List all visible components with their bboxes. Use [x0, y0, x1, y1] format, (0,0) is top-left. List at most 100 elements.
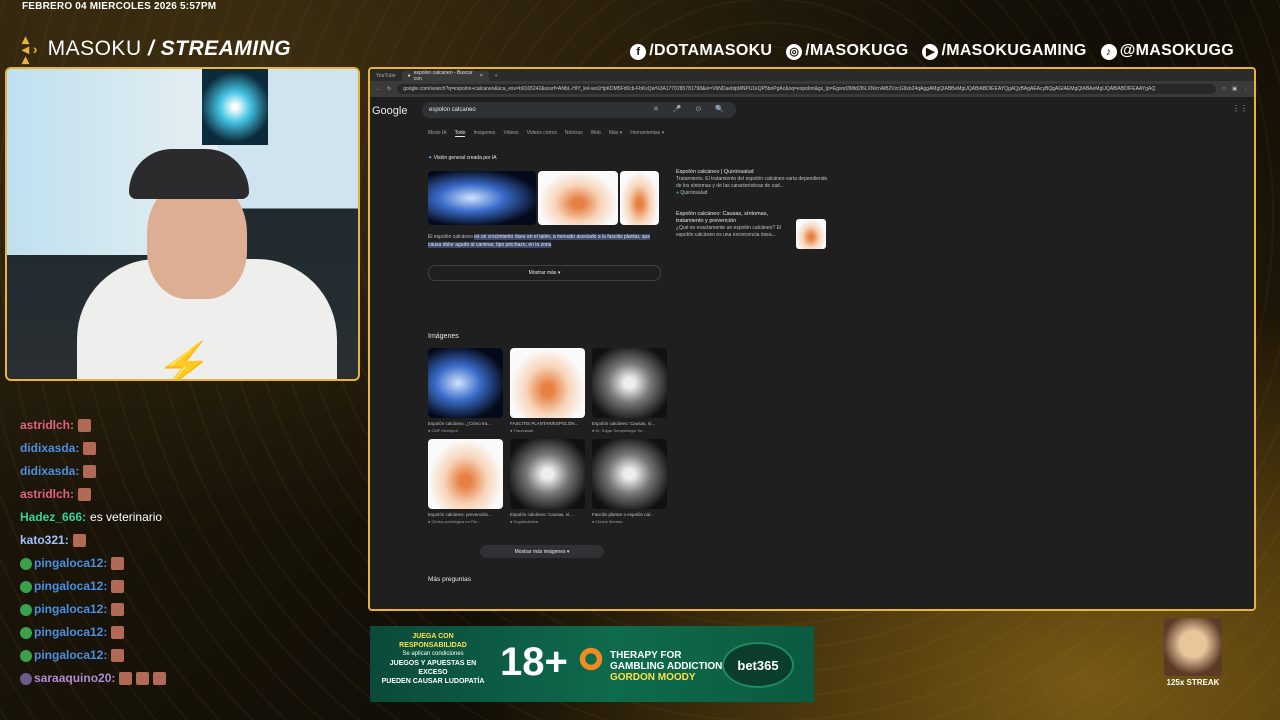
channel-brand: ▴ ◂ › ▴ MASOKU / STREAMING: [22, 32, 291, 66]
image-caption[interactable]: Espolón calcáneo: Causas, sí...: [592, 421, 667, 426]
search-tab[interactable]: Más ▾: [609, 130, 622, 137]
streak-emote-icon: [1164, 618, 1222, 676]
source-title[interactable]: Espolón calcáneo | Quirónsalud: [676, 169, 830, 176]
image-source: ● Ergodinámica: [510, 519, 585, 524]
social-handle: /MASOKUGG: [805, 42, 909, 59]
source-title[interactable]: Espolón calcáneo: Causas, síntomas, trat…: [676, 211, 786, 225]
image-source-name: Ergodinámica: [513, 519, 539, 524]
image-caption[interactable]: Espolón calcáneo: prevención...: [428, 512, 503, 517]
image-result[interactable]: Espolón calcáneo: ¿Cómo tra... ● CMF Mon…: [428, 348, 503, 433]
menu-icon[interactable]: ⋮: [1243, 86, 1248, 92]
source-card[interactable]: Espolón calcáneo: Causas, síntomas, trat…: [676, 211, 786, 239]
ai-overview-images: [428, 171, 659, 225]
gordon-moody-logo-icon: [578, 646, 604, 672]
search-tab[interactable]: Todo: [454, 130, 466, 137]
image-source: ● Traumasalt: [510, 428, 585, 433]
site-favicon-icon: ●: [510, 519, 513, 524]
chat-username[interactable]: didixasda:: [20, 460, 79, 483]
webcam-feed: ⚡: [5, 67, 360, 381]
chat-username[interactable]: didixasda:: [20, 437, 79, 460]
chat-message: saraaquino20:: [20, 667, 360, 690]
image-thumbnail[interactable]: [510, 348, 585, 418]
chat-message: astridlch:: [20, 414, 360, 437]
image-caption[interactable]: Espolón calcáneo: Causas, sí...: [510, 512, 585, 517]
ai-image-illustration[interactable]: [538, 171, 618, 225]
chat-username[interactable]: pingaloca12:: [34, 644, 107, 667]
browser-tab-active[interactable]: ● espolon calcaneo - Buscar con ×: [401, 70, 489, 82]
search-tab[interactable]: Imágenes: [473, 130, 495, 137]
ad-line: JUEGA CON RESPONSABILIDAD: [399, 633, 467, 649]
search-tab[interactable]: Modo IA: [428, 130, 447, 137]
image-thumbnail[interactable]: [510, 439, 585, 509]
image-source: ● CMF Montijurá: [428, 428, 503, 433]
browser-tabbar: YouTube ● espolon calcaneo - Buscar con × …: [370, 69, 1254, 82]
tab-label: espolon calcaneo - Buscar con: [413, 70, 473, 82]
image-result[interactable]: Fascitis plantar o espolón cal... ● Clín…: [592, 439, 667, 524]
chat-badge-icon: [20, 603, 32, 616]
ad-therapy-text: THERAPY FOR GAMBLING ADDICTION GORDON MO…: [610, 650, 722, 683]
chat-username[interactable]: pingaloca12:: [34, 552, 107, 575]
address-bar[interactable]: google.com/search?q=espolon+calcaneo&sca…: [397, 84, 1216, 94]
image-caption[interactable]: Espolón calcáneo: ¿Cómo tra...: [428, 421, 503, 426]
image-thumbnail[interactable]: [428, 439, 503, 509]
chat-message: didixasda:: [20, 460, 360, 483]
image-caption[interactable]: FASCITIS PLANTAR/ESPOLÓN...: [510, 421, 585, 426]
browser-tab[interactable]: YouTube: [370, 71, 402, 81]
chat-message: pingaloca12:: [20, 644, 360, 667]
ai-overview-title: Visión general creada por IA: [433, 155, 497, 161]
site-favicon-icon: ●: [428, 428, 431, 433]
social-links: f/DOTAMASOKU ◎/MASOKUGG ▶/MASOKUGAMING ♪…: [630, 42, 1234, 60]
site-favicon-icon: ●: [676, 190, 680, 196]
image-thumbnail[interactable]: [592, 439, 667, 509]
age-restriction: 18+: [500, 640, 568, 684]
show-more-button[interactable]: Mostrar más ▾: [428, 265, 661, 281]
search-tab[interactable]: Noticias: [565, 130, 583, 137]
apps-grid-icon[interactable]: ⋮⋮: [1232, 104, 1248, 113]
chat-username[interactable]: Hadez_666:: [20, 506, 86, 529]
ad-line: JUEGOS Y APUESTAS EN EXCESO: [389, 660, 477, 676]
streamer-cap: [129, 149, 249, 199]
source-card[interactable]: Espolón calcáneo | Quirónsalud Tratamien…: [676, 169, 830, 197]
new-tab-button[interactable]: +: [489, 71, 504, 81]
chat-username[interactable]: pingaloca12:: [34, 621, 107, 644]
image-caption[interactable]: Fascitis plantar o espolón cal...: [592, 512, 667, 517]
image-result[interactable]: FASCITIS PLANTAR/ESPOLÓN... ● Traumasalt: [510, 348, 585, 433]
search-tab[interactable]: Videos: [503, 130, 518, 137]
ai-image-xray[interactable]: [428, 171, 536, 225]
image-result[interactable]: Espolón calcáneo: Causas, sí... ● Dr. Ed…: [592, 348, 667, 433]
search-actions-icons[interactable]: ✕ 🎤 ⊙ 🔍: [653, 105, 730, 113]
ai-image-illustration-2[interactable]: [620, 171, 659, 225]
search-tab[interactable]: Videos cortos: [527, 130, 557, 137]
star-icon[interactable]: ☆: [1222, 86, 1226, 92]
chat-username[interactable]: kato321:: [20, 529, 69, 552]
image-thumbnail[interactable]: [428, 348, 503, 418]
back-icon[interactable]: ←: [376, 86, 381, 92]
chat-username[interactable]: astridlch:: [20, 483, 74, 506]
reload-icon[interactable]: ↻: [387, 86, 391, 92]
image-result[interactable]: Espolón calcáneo: Causas, sí... ● Ergodi…: [510, 439, 585, 524]
extensions-icon[interactable]: ▣: [1232, 86, 1237, 92]
close-tab-icon[interactable]: ×: [480, 73, 483, 79]
chat-username[interactable]: pingaloca12:: [34, 575, 107, 598]
image-source-name: Dr. Edgar Sempertegui So...: [595, 428, 646, 433]
chat-emote-icon: [78, 419, 92, 432]
chat-badge-icon: [20, 557, 32, 570]
chat-username[interactable]: saraaquino20:: [34, 667, 115, 690]
chat-emote-icon: [153, 672, 167, 685]
channel-logo-icon: ⚡: [152, 341, 217, 381]
chat-username[interactable]: astridlch:: [20, 414, 74, 437]
image-result[interactable]: Espolón calcáneo: prevención... ● Clínic…: [428, 439, 503, 524]
google-logo[interactable]: Google: [372, 105, 407, 117]
search-tab[interactable]: Herramientas ▾: [630, 130, 664, 137]
search-tab[interactable]: Web: [591, 130, 601, 137]
show-more-images-button[interactable]: Mostrar más imágenes ▾: [480, 545, 604, 558]
tab-label: YouTube: [376, 73, 396, 79]
chat-username[interactable]: pingaloca12:: [34, 598, 107, 621]
ad-line: PUEDEN CAUSAR LUDOPATÍA: [381, 678, 485, 685]
chat-emote-icon: [83, 465, 97, 478]
image-thumbnail[interactable]: [592, 348, 667, 418]
image-source: ● Clínica podológica en Pla...: [428, 519, 503, 524]
search-input[interactable]: espolon calcaneo ✕ 🎤 ⊙ 🔍: [422, 102, 736, 118]
source-thumbnail[interactable]: [796, 219, 826, 249]
image-source-name: CMF Montijurá: [431, 428, 458, 433]
